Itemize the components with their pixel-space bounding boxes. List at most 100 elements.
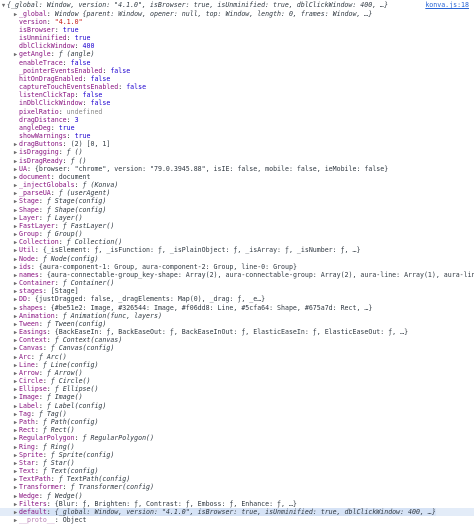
triangle-right-icon[interactable]: ▶ bbox=[12, 517, 19, 524]
triangle-right-icon[interactable]: ▶ bbox=[12, 190, 19, 197]
property-row[interactable]: ▶ Wedge: ƒ Wedge() bbox=[0, 492, 474, 500]
property-row[interactable]: ▶ Layer: ƒ Layer() bbox=[0, 214, 474, 222]
triangle-right-icon[interactable]: ▶ bbox=[12, 313, 19, 320]
property-row[interactable]: ▶ ids: {aura-component-1: Group, aura-com… bbox=[0, 263, 474, 271]
triangle-right-icon[interactable]: ▶ bbox=[12, 329, 19, 336]
triangle-right-icon[interactable]: ▶ bbox=[12, 231, 19, 238]
triangle-right-icon[interactable]: ▶ bbox=[12, 476, 19, 483]
property-row[interactable]: ▶ shapes: {#be51e2: Image, #326544: Image… bbox=[0, 304, 474, 312]
property-row[interactable]: ▶ Transformer: ƒ Transformer(config) bbox=[0, 483, 474, 491]
property-row[interactable]: ▶ RegularPolygon: ƒ RegularPolygon() bbox=[0, 434, 474, 442]
property-row[interactable]: ▶ Group: ƒ Group() bbox=[0, 230, 474, 238]
property-row[interactable]: ▶ Rect: ƒ Rect() bbox=[0, 426, 474, 434]
property-row[interactable]: ▶ Easings: {BackEaseIn: ƒ, BackEaseOut: ƒ… bbox=[0, 328, 474, 336]
property-row[interactable]: ▶ Stage: ƒ Stage(config) bbox=[0, 197, 474, 205]
property-row[interactable]: ▶ stages: [Stage] bbox=[0, 287, 474, 295]
triangle-right-icon[interactable]: ▶ bbox=[12, 174, 19, 181]
triangle-right-icon[interactable]: ▶ bbox=[12, 435, 19, 442]
property-row[interactable]: ▶ isDragging: ƒ () bbox=[0, 148, 474, 156]
property-row[interactable]: ▶ Image: ƒ Image() bbox=[0, 393, 474, 401]
property-row[interactable]: ▶ Canvas: ƒ Canvas(config) bbox=[0, 344, 474, 352]
triangle-right-icon[interactable]: ▶ bbox=[12, 280, 19, 287]
property-row[interactable]: ▶ Filters: {Blur: ƒ, Brighten: ƒ, Contras… bbox=[0, 500, 474, 508]
object-header-row[interactable]: ▼ {_global: Window, version: "4.1.0", isB… bbox=[0, 1, 470, 9]
triangle-right-icon[interactable]: ▶ bbox=[12, 182, 19, 189]
triangle-right-icon[interactable]: ▶ bbox=[12, 484, 19, 491]
property-row[interactable]: ▶ Collection: ƒ Collection() bbox=[0, 238, 474, 246]
triangle-right-icon[interactable]: ▶ bbox=[12, 386, 19, 393]
property-row[interactable]: ▶ Label: ƒ Label(config) bbox=[0, 402, 474, 410]
property-row[interactable]: ▶ Shape: ƒ Shape(config) bbox=[0, 206, 474, 214]
property-row[interactable]: ▶ dragButtons: (2) [0, 1] bbox=[0, 140, 474, 148]
triangle-down-icon[interactable]: ▼ bbox=[0, 2, 7, 9]
property-row[interactable]: ▶ FastLayer: ƒ FastLayer() bbox=[0, 222, 474, 230]
property-row[interactable]: ▶ Arc: ƒ Arc() bbox=[0, 353, 474, 361]
property-row[interactable]: ▶ Path: ƒ Path(config) bbox=[0, 418, 474, 426]
property-row[interactable]: ▶ document: document bbox=[0, 173, 474, 181]
triangle-right-icon[interactable]: ▶ bbox=[12, 51, 19, 58]
property-row[interactable]: ▶ Util: {_isElement: ƒ, _isFunction: ƒ, _… bbox=[0, 246, 474, 254]
property-row[interactable]: ▶ _injectGlobals: ƒ (Konva) bbox=[0, 181, 474, 189]
triangle-right-icon[interactable]: ▶ bbox=[12, 345, 19, 352]
triangle-right-icon[interactable]: ▶ bbox=[12, 419, 19, 426]
property-row[interactable]: ▶ UA: {browser: "chrome", version: "79.0.… bbox=[0, 165, 474, 173]
property-row[interactable]: ▶ Node: ƒ Node(config) bbox=[0, 255, 474, 263]
property-row[interactable]: ▶ Ellipse: ƒ Ellipse() bbox=[0, 385, 474, 393]
triangle-right-icon[interactable]: ▶ bbox=[12, 394, 19, 401]
triangle-right-icon[interactable]: ▶ bbox=[12, 256, 19, 263]
property-row[interactable]: ▶ Star: ƒ Star() bbox=[0, 459, 474, 467]
triangle-right-icon[interactable]: ▶ bbox=[12, 370, 19, 377]
triangle-right-icon[interactable]: ▶ bbox=[12, 272, 19, 279]
triangle-right-icon[interactable]: ▶ bbox=[12, 444, 19, 451]
property-row[interactable]: ▶ names: {aura-connectable-group_key-shap… bbox=[0, 271, 474, 279]
triangle-right-icon[interactable]: ▶ bbox=[12, 403, 19, 410]
property-row[interactable]: ▶ Circle: ƒ Circle() bbox=[0, 377, 474, 385]
property-row[interactable]: ▶ Tag: ƒ Tag() bbox=[0, 410, 474, 418]
triangle-right-icon[interactable]: ▶ bbox=[12, 354, 19, 361]
triangle-right-icon[interactable]: ▶ bbox=[12, 264, 19, 271]
property-row[interactable]: ▶ TextPath: ƒ TextPath(config) bbox=[0, 475, 474, 483]
triangle-right-icon[interactable]: ▶ bbox=[12, 11, 19, 18]
triangle-right-icon[interactable]: ▶ bbox=[12, 493, 19, 500]
property-row[interactable]: ▶ Tween: ƒ Tween(config) bbox=[0, 320, 474, 328]
property-row[interactable]: ▶ __proto__: Object bbox=[0, 516, 474, 524]
property-row[interactable]: ▶ _parseUA: ƒ (userAgent) bbox=[0, 189, 474, 197]
triangle-right-icon[interactable]: ▶ bbox=[12, 460, 19, 467]
triangle-right-icon[interactable]: ▶ bbox=[12, 247, 19, 254]
property-row[interactable]: ▶ Text: ƒ Text(config) bbox=[0, 467, 474, 475]
triangle-right-icon[interactable]: ▶ bbox=[12, 207, 19, 214]
triangle-right-icon[interactable]: ▶ bbox=[12, 362, 19, 369]
triangle-right-icon[interactable]: ▶ bbox=[12, 378, 19, 385]
triangle-right-icon[interactable]: ▶ bbox=[12, 149, 19, 156]
triangle-right-icon[interactable]: ▶ bbox=[12, 158, 19, 165]
property-row[interactable]: ▶ getAngle: ƒ (angle) bbox=[0, 50, 474, 58]
triangle-right-icon[interactable]: ▶ bbox=[12, 296, 19, 303]
triangle-right-icon[interactable]: ▶ bbox=[12, 427, 19, 434]
property-row[interactable]: ▶ default: {_global: Window, version: "4.… bbox=[0, 507, 474, 516]
triangle-right-icon[interactable]: ▶ bbox=[12, 305, 19, 312]
property-row[interactable]: ▶ Ring: ƒ Ring() bbox=[0, 443, 474, 451]
property-row[interactable]: ▶ Animation: ƒ Animation(func, layers) bbox=[0, 312, 474, 320]
triangle-right-icon[interactable]: ▶ bbox=[12, 337, 19, 344]
property-row[interactable]: ▶ Arrow: ƒ Arrow() bbox=[0, 369, 474, 377]
property-row[interactable]: ▶ isDragReady: ƒ () bbox=[0, 157, 474, 165]
triangle-right-icon[interactable]: ▶ bbox=[12, 215, 19, 222]
triangle-right-icon[interactable]: ▶ bbox=[12, 501, 19, 508]
triangle-right-icon[interactable]: ▶ bbox=[12, 321, 19, 328]
triangle-right-icon[interactable]: ▶ bbox=[12, 411, 19, 418]
property-row[interactable]: ▶ Container: ƒ Container() bbox=[0, 279, 474, 287]
property-row[interactable]: ▶ Line: ƒ Line(config) bbox=[0, 361, 474, 369]
triangle-right-icon[interactable]: ▶ bbox=[12, 468, 19, 475]
property-row[interactable]: ▶ DD: {justDragged: false, _dragElements:… bbox=[0, 295, 474, 303]
property-row[interactable]: ▶ _global: Window {parent: Window, opener… bbox=[0, 10, 474, 18]
triangle-right-icon[interactable]: ▶ bbox=[12, 223, 19, 230]
triangle-right-icon[interactable]: ▶ bbox=[12, 141, 19, 148]
triangle-right-icon[interactable]: ▶ bbox=[12, 166, 19, 173]
property-row[interactable]: ▶ Context: ƒ Context(canvas) bbox=[0, 336, 474, 344]
triangle-right-icon[interactable]: ▶ bbox=[12, 452, 19, 459]
triangle-right-icon[interactable]: ▶ bbox=[12, 288, 19, 295]
triangle-right-icon[interactable]: ▶ bbox=[12, 198, 19, 205]
property-row[interactable]: ▶ Sprite: ƒ Sprite(config) bbox=[0, 451, 474, 459]
triangle-right-icon[interactable]: ▶ bbox=[12, 509, 19, 516]
triangle-right-icon[interactable]: ▶ bbox=[12, 239, 19, 246]
